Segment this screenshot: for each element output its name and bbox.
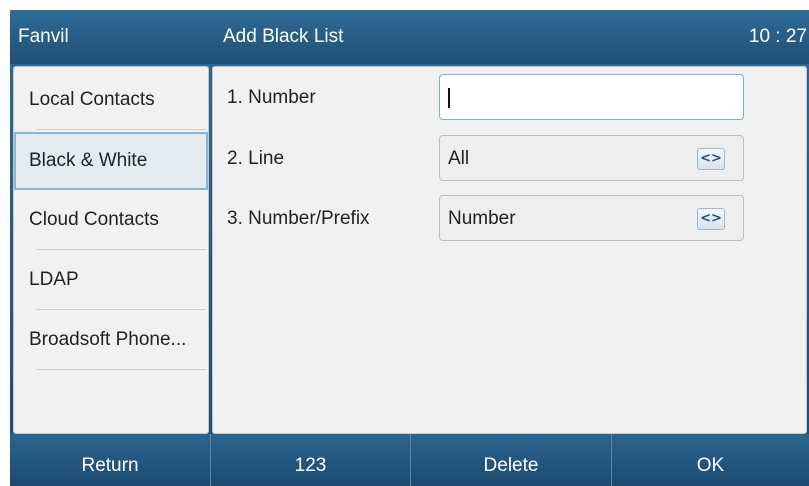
text-cursor bbox=[448, 88, 450, 108]
sidebar-item-local-contacts[interactable]: Local Contacts bbox=[14, 71, 208, 129]
field-label: 2. Line bbox=[227, 148, 285, 169]
contacts-sidebar: Local Contacts Black & White Cloud Conta… bbox=[13, 66, 209, 434]
divider bbox=[36, 369, 206, 370]
field-value: All bbox=[448, 148, 470, 169]
form-row-number-prefix: 3. Number/Prefix Number <> bbox=[213, 194, 806, 244]
form-row-number: 1. Number bbox=[213, 73, 806, 123]
switch-arrows-icon[interactable]: <> bbox=[697, 208, 725, 230]
softkey-bar: Return 123 Delete OK bbox=[10, 434, 809, 486]
number-input[interactable] bbox=[439, 74, 744, 120]
sidebar-item-black-white[interactable]: Black & White bbox=[14, 132, 208, 190]
sidebar-item-label: Cloud Contacts bbox=[29, 209, 159, 230]
sidebar-item-label: LDAP bbox=[29, 269, 79, 290]
field-label: 1. Number bbox=[227, 87, 316, 108]
ok-button[interactable]: OK bbox=[611, 434, 809, 486]
status-bar: Fanvil Add Black List 10 : 27 bbox=[10, 10, 809, 64]
add-black-list-form: 1. Number 2. Line All <> 3. Number/Prefi… bbox=[212, 66, 807, 434]
brand-name: Fanvil bbox=[18, 26, 69, 47]
divider bbox=[36, 249, 206, 250]
number-prefix-select[interactable]: Number <> bbox=[439, 195, 744, 241]
input-mode-button[interactable]: 123 bbox=[210, 434, 410, 486]
sidebar-item-label: Black & White bbox=[29, 150, 148, 171]
switch-arrows-icon[interactable]: <> bbox=[697, 148, 725, 170]
return-button[interactable]: Return bbox=[10, 434, 210, 486]
phone-screen: Fanvil Add Black List 10 : 27 Local Cont… bbox=[10, 10, 809, 486]
clock: 10 : 27 bbox=[748, 26, 807, 47]
sidebar-item-cloud-contacts[interactable]: Cloud Contacts bbox=[14, 191, 208, 249]
line-select[interactable]: All <> bbox=[439, 135, 744, 181]
sidebar-item-ldap[interactable]: LDAP bbox=[14, 251, 208, 309]
field-value: Number bbox=[448, 208, 516, 229]
delete-button[interactable]: Delete bbox=[410, 434, 611, 486]
page-title: Add Black List bbox=[223, 26, 344, 47]
sidebar-item-broadsoft-phonebook[interactable]: Broadsoft Phone... bbox=[14, 311, 208, 369]
divider bbox=[36, 129, 206, 130]
sidebar-item-label: Broadsoft Phone... bbox=[29, 329, 187, 350]
divider bbox=[36, 309, 206, 310]
sidebar-item-label: Local Contacts bbox=[29, 89, 155, 110]
form-row-line: 2. Line All <> bbox=[213, 134, 806, 184]
field-label: 3. Number/Prefix bbox=[227, 208, 370, 229]
